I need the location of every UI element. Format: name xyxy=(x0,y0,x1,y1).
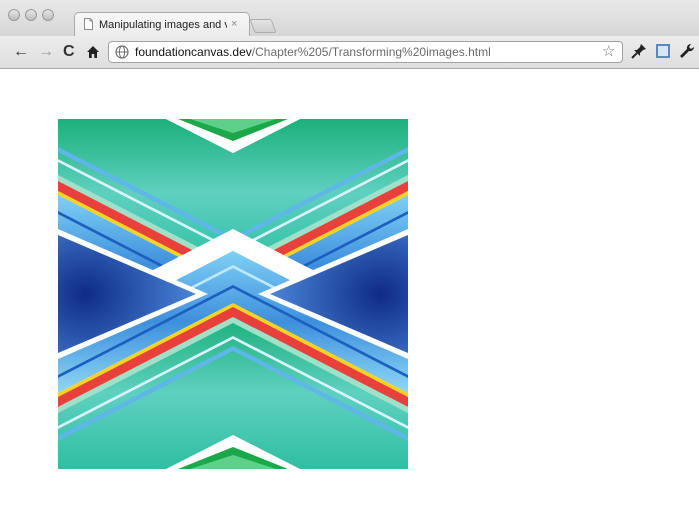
globe-icon xyxy=(115,45,129,59)
back-button[interactable]: ← xyxy=(13,42,29,62)
page-icon xyxy=(84,18,93,30)
pin-icon[interactable] xyxy=(630,42,648,60)
page-content xyxy=(0,69,699,530)
reload-button[interactable]: C xyxy=(63,42,75,62)
new-tab-button[interactable] xyxy=(249,19,277,33)
zoom-window-button[interactable] xyxy=(42,9,54,21)
close-window-button[interactable] xyxy=(8,9,20,21)
tab-title: Manipulating images and vid xyxy=(99,19,227,31)
url-text: foundationcanvas.dev/Chapter%205/Transfo… xyxy=(135,45,491,60)
active-tab[interactable]: Manipulating images and vid × xyxy=(74,12,250,36)
address-bar[interactable]: foundationcanvas.dev/Chapter%205/Transfo… xyxy=(108,41,623,63)
home-icon[interactable] xyxy=(86,45,100,59)
url-path: /Chapter%205/Transforming%20images.html xyxy=(251,45,491,59)
wrench-icon[interactable] xyxy=(678,42,696,60)
tab-close-icon[interactable]: × xyxy=(231,17,237,31)
bookmark-star-icon[interactable]: ☆ xyxy=(602,43,615,61)
page-action-icon[interactable] xyxy=(654,42,672,60)
browser-toolbar: ← → C foundationcanvas.dev/Chapter%205/T… xyxy=(0,36,699,69)
minimize-window-button[interactable] xyxy=(25,9,37,21)
browser-titlebar: Manipulating images and vid × xyxy=(0,0,699,36)
url-host: foundationcanvas.dev xyxy=(135,45,252,59)
forward-button[interactable]: → xyxy=(38,42,54,62)
transformed-canvas-image xyxy=(58,119,408,469)
